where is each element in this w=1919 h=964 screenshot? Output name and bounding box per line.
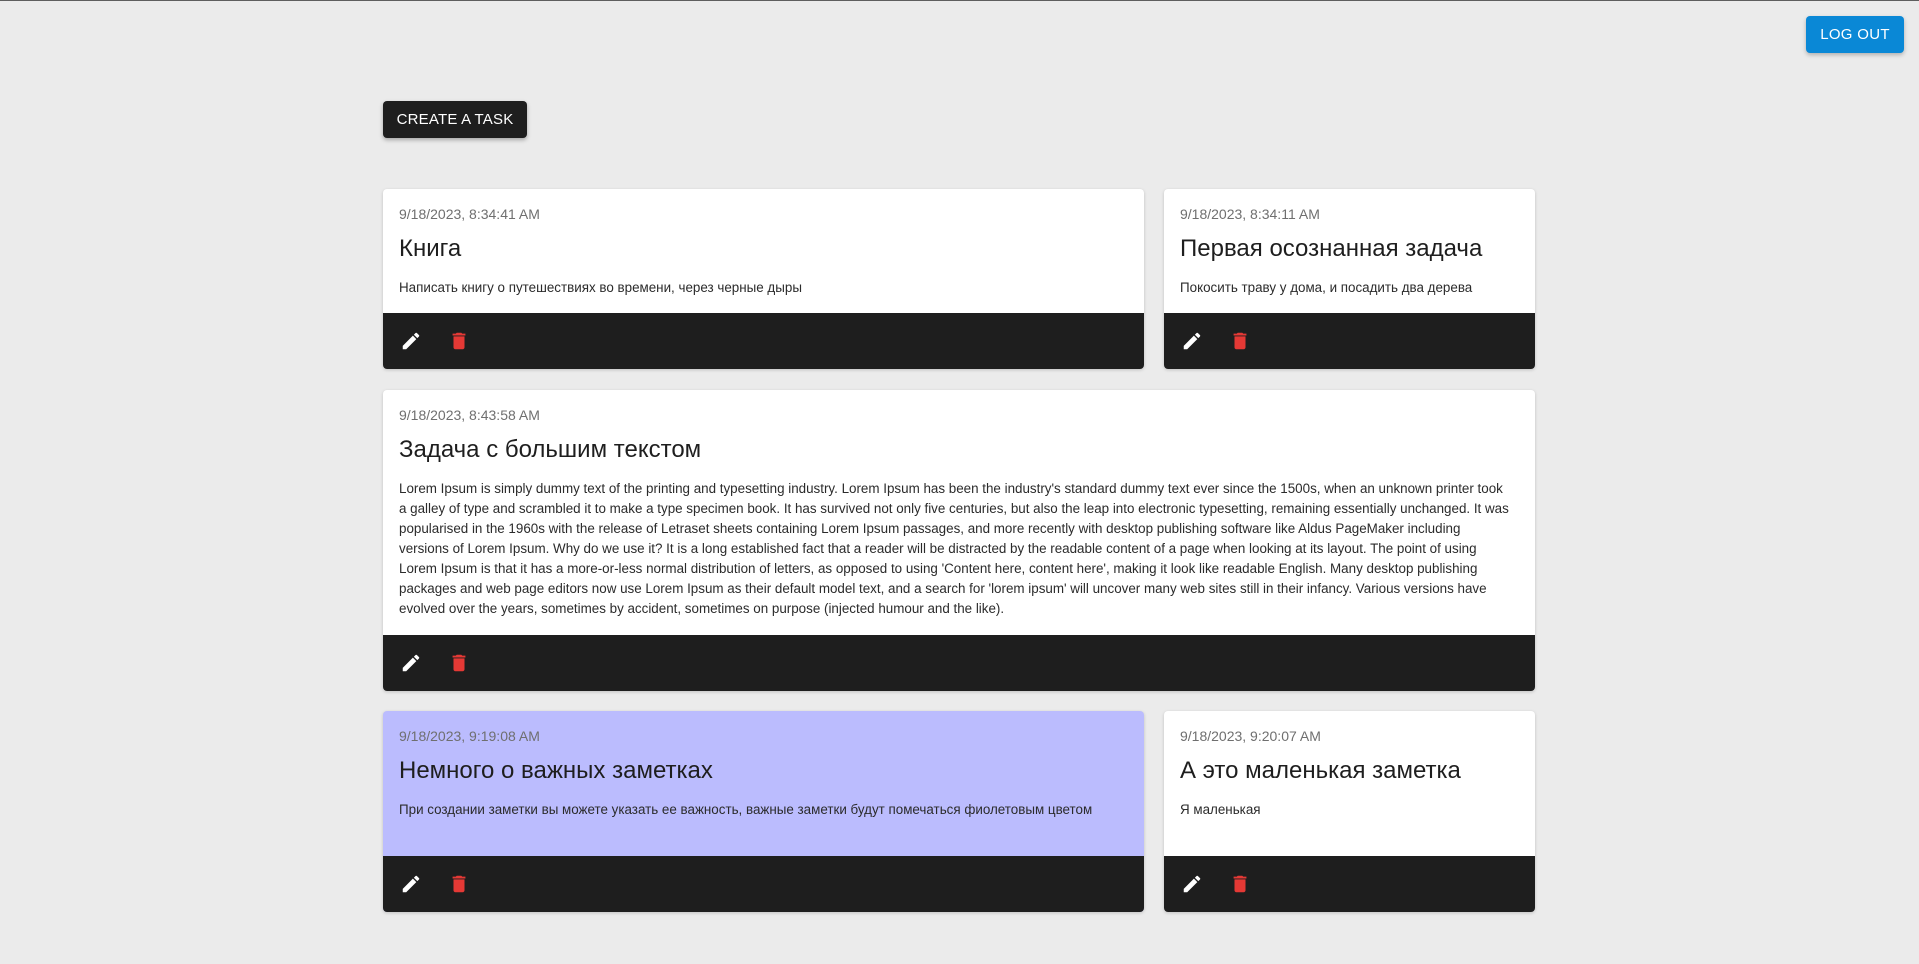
create-task-button[interactable]: CREATE A TASK xyxy=(383,101,527,138)
task-card: 9/18/2023, 9:20:07 AM А это маленькая за… xyxy=(1164,711,1535,912)
edit-icon[interactable] xyxy=(397,649,425,677)
delete-icon[interactable] xyxy=(1226,327,1254,355)
task-date: 9/18/2023, 9:19:08 AM xyxy=(399,728,540,744)
edit-icon[interactable] xyxy=(397,327,425,355)
logout-button[interactable]: LOG OUT xyxy=(1806,16,1904,53)
task-date: 9/18/2023, 8:43:58 AM xyxy=(399,407,540,423)
task-title: Немного о важных заметках xyxy=(399,757,713,784)
task-actions xyxy=(383,856,1144,912)
task-text: Lorem Ipsum is simply dummy text of the … xyxy=(399,481,1509,616)
task-text: Покосить траву у дома, и посадить два де… xyxy=(1180,280,1473,295)
task-title: Книга xyxy=(399,235,462,262)
task-text: При создании заметки вы можете указать е… xyxy=(399,802,1093,817)
edit-icon[interactable] xyxy=(397,870,425,898)
edit-icon[interactable] xyxy=(1178,327,1206,355)
task-card: 9/18/2023, 8:34:41 AM Книга Написать кни… xyxy=(383,189,1144,369)
task-text: Я маленькая xyxy=(1180,802,1261,817)
task-card-important: 9/18/2023, 9:19:08 AM Немного о важных з… xyxy=(383,711,1144,912)
delete-icon[interactable] xyxy=(445,327,473,355)
task-actions xyxy=(383,313,1144,369)
delete-icon[interactable] xyxy=(445,649,473,677)
task-actions xyxy=(383,635,1535,691)
task-card: 9/18/2023, 8:43:58 AM Задача с большим т… xyxy=(383,390,1535,691)
task-date: 9/18/2023, 9:20:07 AM xyxy=(1180,728,1321,744)
task-title: Первая осознанная задача xyxy=(1180,235,1483,262)
task-title: Задача с большим текстом xyxy=(399,436,702,463)
task-actions xyxy=(1164,313,1535,369)
task-date: 9/18/2023, 8:34:11 AM xyxy=(1180,206,1320,222)
task-card: 9/18/2023, 8:34:11 AM Первая осознанная … xyxy=(1164,189,1535,369)
task-text: Написать книгу о путешествиях во времени… xyxy=(399,280,802,295)
task-date: 9/18/2023, 8:34:41 AM xyxy=(399,206,540,222)
task-actions xyxy=(1164,856,1535,912)
edit-icon[interactable] xyxy=(1178,870,1206,898)
task-title: А это маленькая заметка xyxy=(1180,757,1461,784)
delete-icon[interactable] xyxy=(1226,870,1254,898)
delete-icon[interactable] xyxy=(445,870,473,898)
